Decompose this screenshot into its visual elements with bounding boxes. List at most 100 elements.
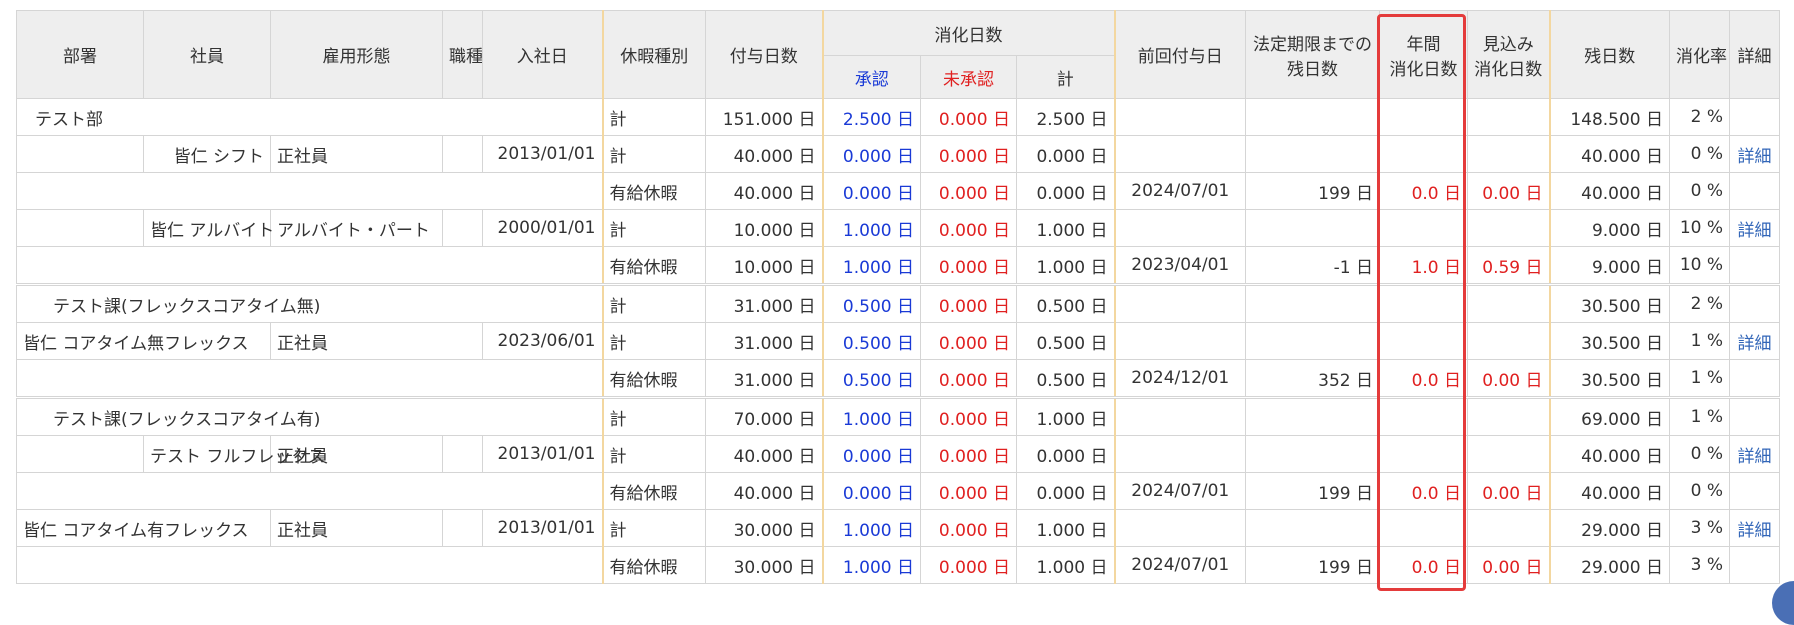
annual-used-cell bbox=[1379, 322, 1469, 360]
leave-type-cell: 有給休暇 bbox=[602, 546, 706, 584]
expected-used-cell bbox=[1467, 509, 1551, 547]
remaining-cell: 9.000 日 bbox=[1549, 246, 1671, 285]
col-prev-grant-date: 前回付与日 bbox=[1114, 10, 1247, 99]
job-type-cell bbox=[442, 509, 483, 547]
detail-link bbox=[1729, 172, 1781, 210]
annual-used-cell bbox=[1379, 135, 1469, 173]
prev-grant-date-cell bbox=[1114, 283, 1247, 323]
granted-days-cell: 40.000 日 bbox=[705, 135, 824, 173]
expected-used-cell bbox=[1467, 396, 1551, 436]
prev-grant-date-cell bbox=[1114, 209, 1247, 247]
leave-type-cell: 有給休暇 bbox=[602, 246, 706, 285]
dept-cell: テスト課(フレックスコアタイム有) bbox=[16, 396, 604, 436]
granted-days-cell: 30.000 日 bbox=[705, 546, 824, 584]
col-job-type: 職種 bbox=[442, 10, 483, 99]
leave-type-cell: 計 bbox=[602, 209, 706, 247]
leave-summary-table: 部署 社員 雇用形態 職種 入社日 休暇種別 付与日数 消化日数 前回付与日 法… bbox=[16, 10, 1781, 584]
prev-grant-date-cell bbox=[1114, 509, 1247, 547]
unapproved-days-cell: 0.000 日 bbox=[920, 396, 1017, 436]
unapproved-days-cell: 0.000 日 bbox=[920, 359, 1017, 398]
corner-widget[interactable] bbox=[1772, 581, 1794, 625]
leave-type-cell: 計 bbox=[602, 396, 706, 436]
blank-cell bbox=[16, 472, 604, 510]
col-employee: 社員 bbox=[143, 10, 271, 99]
col-granted-days: 付与日数 bbox=[705, 10, 824, 99]
approved-days-cell: 0.000 日 bbox=[822, 472, 921, 510]
col-used-days: 消化日数 bbox=[821, 10, 1116, 56]
used-total-cell: 0.000 日 bbox=[1015, 472, 1116, 510]
prev-grant-date-cell bbox=[1114, 98, 1247, 136]
usage-rate-cell: 1 % bbox=[1669, 396, 1731, 436]
leave-type-cell: 計 bbox=[602, 322, 706, 360]
usage-rate-cell: 0 % bbox=[1669, 435, 1731, 473]
remaining-cell: 40.000 日 bbox=[1549, 472, 1671, 510]
employment-type-cell: 正社員 bbox=[270, 435, 443, 473]
legal-deadline-line1: 法定期限までの bbox=[1253, 34, 1373, 55]
remaining-cell: 40.000 日 bbox=[1549, 435, 1671, 473]
dept-cell bbox=[16, 435, 144, 473]
legal-deadline-cell: 199 日 bbox=[1245, 472, 1381, 510]
detail-link[interactable]: 詳細 bbox=[1729, 209, 1781, 247]
used-total-cell: 1.000 日 bbox=[1015, 246, 1116, 285]
usage-rate-cell: 10 % bbox=[1669, 246, 1731, 285]
expected-used-cell: 0.59 日 bbox=[1467, 246, 1551, 285]
detail-link[interactable]: 詳細 bbox=[1729, 435, 1781, 473]
annual-used-cell: 0.0 日 bbox=[1379, 359, 1469, 398]
leave-type-cell: 計 bbox=[602, 435, 706, 473]
detail-link bbox=[1729, 246, 1781, 285]
job-type-cell bbox=[442, 135, 483, 173]
detail-link[interactable]: 詳細 bbox=[1729, 509, 1781, 547]
detail-link bbox=[1729, 359, 1781, 398]
col-unapproved: 未承認 bbox=[920, 55, 1017, 99]
table-row: テスト フルフレックス 正社員 2013/01/01 計 40.000 日 0.000 日… bbox=[16, 435, 1781, 473]
used-total-cell: 1.000 日 bbox=[1015, 546, 1116, 584]
expected-line1: 見込み bbox=[1482, 34, 1534, 55]
employment-type-cell: 正社員 bbox=[270, 135, 443, 173]
granted-days-cell: 31.000 日 bbox=[705, 283, 824, 323]
unapproved-days-cell: 0.000 日 bbox=[920, 546, 1017, 584]
legal-deadline-cell: -1 日 bbox=[1245, 246, 1381, 285]
col-remaining: 残日数 bbox=[1549, 10, 1671, 99]
table-row: テスト課(フレックスコアタイム無) 計 31.000 日 0.500 日 0.000 日… bbox=[16, 283, 1781, 323]
blank-cell bbox=[16, 359, 604, 398]
col-dept: 部署 bbox=[16, 10, 144, 99]
join-date-cell: 2013/01/01 bbox=[482, 135, 604, 173]
detail-link[interactable]: 詳細 bbox=[1729, 135, 1781, 173]
detail-link bbox=[1729, 472, 1781, 510]
granted-days-cell: 40.000 日 bbox=[705, 472, 824, 510]
col-usage-rate: 消化率 bbox=[1669, 10, 1731, 99]
expected-used-cell: 0.00 日 bbox=[1467, 546, 1551, 584]
table-row: 有給休暇 30.000 日 1.000 日 0.000 日 1.000 日 2024/07… bbox=[16, 546, 1781, 584]
prev-grant-date-cell: 2024/07/01 bbox=[1114, 172, 1247, 210]
used-total-cell: 1.000 日 bbox=[1015, 209, 1116, 247]
annual-used-cell bbox=[1379, 283, 1469, 323]
col-employment-type: 雇用形態 bbox=[270, 10, 443, 99]
legal-deadline-cell bbox=[1245, 283, 1381, 323]
employee-cell: テスト フルフレックス bbox=[143, 435, 325, 473]
table-row: 皆仁 コアタイム有フレックス 正社員 2013/01/01 計 30.000 日 1.00… bbox=[16, 509, 1781, 547]
granted-days-cell: 30.000 日 bbox=[705, 509, 824, 547]
prev-grant-date-cell bbox=[1114, 322, 1247, 360]
usage-rate-cell: 0 % bbox=[1669, 172, 1731, 210]
annual-used-cell: 1.0 日 bbox=[1379, 246, 1469, 285]
remaining-cell: 148.500 日 bbox=[1549, 98, 1671, 136]
legal-deadline-cell bbox=[1245, 322, 1381, 360]
approved-days-cell: 0.000 日 bbox=[822, 172, 921, 210]
col-used-total: 計 bbox=[1015, 55, 1116, 99]
employment-type-cell: 正社員 bbox=[270, 322, 483, 360]
col-expected-used: 見込み 消化日数 bbox=[1467, 10, 1551, 99]
approved-days-cell: 0.500 日 bbox=[822, 359, 921, 398]
remaining-cell: 69.000 日 bbox=[1549, 396, 1671, 436]
detail-link bbox=[1729, 546, 1781, 584]
leave-type-cell: 有給休暇 bbox=[602, 359, 706, 398]
annual-used-line1: 年間 bbox=[1406, 34, 1441, 55]
used-total-cell: 1.000 日 bbox=[1015, 509, 1116, 547]
detail-link[interactable]: 詳細 bbox=[1729, 322, 1781, 360]
used-total-cell: 2.500 日 bbox=[1015, 98, 1116, 136]
annual-used-cell bbox=[1379, 98, 1469, 136]
table-row: 有給休暇 10.000 日 1.000 日 0.000 日 1.000 日 2023/04… bbox=[16, 246, 1781, 285]
legal-deadline-cell bbox=[1245, 509, 1381, 547]
detail-link bbox=[1729, 283, 1781, 323]
table-row: 皆仁 コアタイム無フレックス 正社員 2023/06/01 計 31.000 日 0.50… bbox=[16, 322, 1781, 360]
employee-cell: 皆仁 コアタイム無フレックス bbox=[16, 322, 271, 360]
